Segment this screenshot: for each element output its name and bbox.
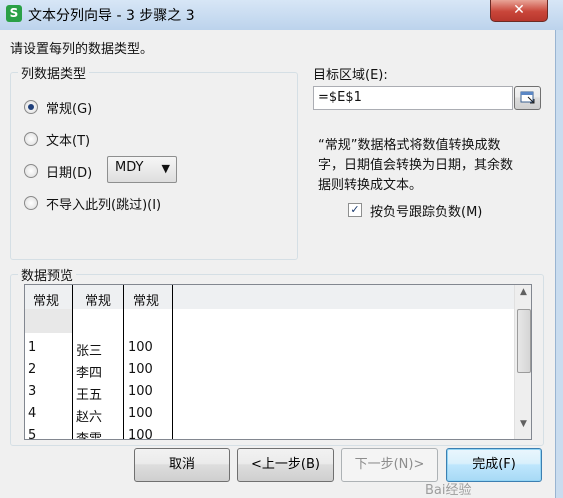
- radio-text[interactable]: [24, 132, 38, 146]
- row-number: 4: [28, 406, 37, 421]
- description-line-2: 字，日期值会转换为日期，其余数: [318, 158, 514, 173]
- watermark: Bai经验: [425, 483, 472, 498]
- preview-header-col3: 常规: [133, 294, 160, 309]
- row-number: 3: [28, 384, 37, 399]
- cell-value: 100: [128, 340, 153, 355]
- title-bar: S 文本分列向导 - 3 步骤之 3 ✕: [0, 0, 563, 30]
- description-line-3: 据则转换成文本。: [318, 178, 423, 193]
- preview-grid[interactable]: 常规 常规 常规 1 张三 100 2 李四 100 3 王五 100 4 赵六…: [24, 284, 532, 440]
- radio-skip[interactable]: [24, 196, 38, 210]
- radio-general[interactable]: [24, 100, 38, 114]
- destination-value: =$E$1: [318, 90, 362, 105]
- cell-value: 100: [128, 384, 153, 399]
- finish-button[interactable]: 完成(F): [446, 448, 542, 482]
- cell-value: 100: [128, 362, 153, 377]
- preview-header-col2: 常规: [85, 294, 112, 309]
- radio-date-label[interactable]: 日期(D): [46, 162, 92, 181]
- next-button[interactable]: 下一步(N)>: [341, 448, 438, 482]
- cell-name: 王五: [76, 388, 103, 403]
- preview-gray-cell: [25, 309, 72, 333]
- cell-name: 李四: [76, 366, 103, 381]
- row-number: 1: [28, 340, 37, 355]
- column-divider: [172, 285, 173, 439]
- destination-input[interactable]: =$E$1: [313, 86, 513, 110]
- window-title: 文本分列向导 - 3 步骤之 3: [28, 8, 195, 24]
- date-format-dropdown[interactable]: MDY ▼: [107, 156, 177, 183]
- column-divider: [123, 285, 124, 439]
- scroll-up-arrow-icon[interactable]: ▲: [515, 287, 531, 303]
- dialog-body: 请设置每列的数据类型。 列数据类型 常规(G) 文本(T) 日期(D) MDY …: [0, 30, 556, 498]
- column-type-legend: 列数据类型: [18, 63, 90, 82]
- preview-legend: 数据预览: [18, 265, 77, 284]
- range-picker-button[interactable]: [514, 86, 541, 110]
- radio-text-label[interactable]: 文本(T): [46, 130, 90, 149]
- cell-value: 100: [128, 406, 153, 421]
- app-logo-icon: S: [6, 5, 22, 22]
- radio-skip-label[interactable]: 不导入此列(跳过)(I): [46, 194, 161, 213]
- column-divider: [72, 285, 73, 439]
- preview-header-col1: 常规: [33, 294, 60, 309]
- cancel-button[interactable]: 取消: [134, 448, 230, 482]
- row-number: 2: [28, 362, 37, 377]
- cell-name: 李雷: [76, 432, 103, 440]
- scroll-down-arrow-icon[interactable]: ▼: [515, 419, 531, 435]
- cell-name: 张三: [76, 344, 103, 359]
- radio-date[interactable]: [24, 164, 38, 178]
- instruction-text: 请设置每列的数据类型。: [10, 42, 154, 57]
- close-button[interactable]: ✕: [490, 0, 548, 22]
- range-select-icon: [520, 91, 534, 104]
- description-line-1: “常规”数据格式将数值转换成数: [318, 138, 501, 153]
- cell-name: 赵六: [76, 410, 103, 425]
- back-button[interactable]: <上一步(B): [237, 448, 334, 482]
- negative-tracking-checkbox[interactable]: ✓: [348, 203, 362, 217]
- chevron-down-icon: ▼: [161, 162, 170, 175]
- radio-general-label[interactable]: 常规(G): [46, 98, 92, 117]
- destination-label: 目标区域(E):: [313, 68, 388, 83]
- negative-tracking-label[interactable]: 按负号跟踪负数(M): [370, 201, 482, 220]
- cell-value: 100: [128, 428, 153, 440]
- vertical-scrollbar[interactable]: ▲ ▼: [514, 285, 531, 439]
- date-format-value: MDY: [115, 160, 144, 175]
- scrollbar-thumb[interactable]: [517, 309, 531, 373]
- row-number: 5: [28, 428, 37, 440]
